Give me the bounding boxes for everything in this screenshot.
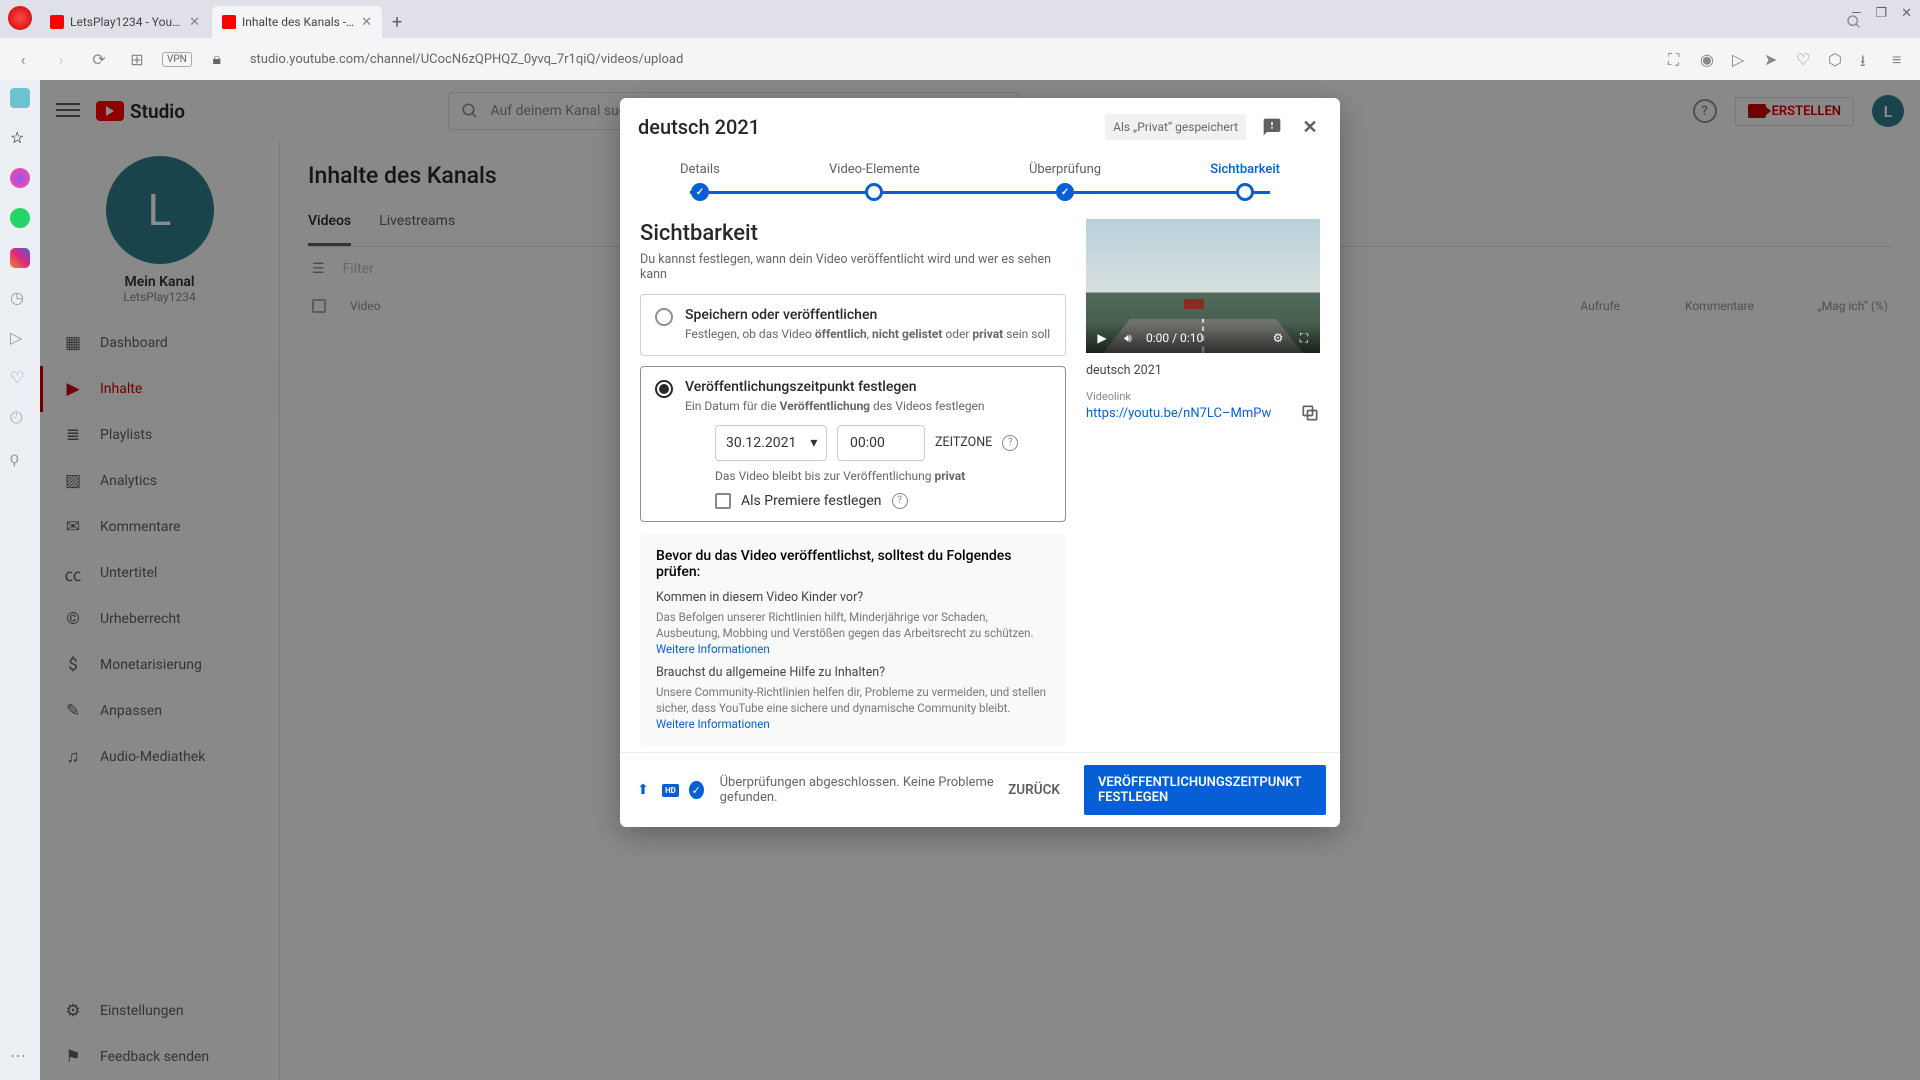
volume-icon[interactable]: 🔊︎ — [1120, 330, 1136, 346]
opera-menu[interactable] — [8, 6, 32, 30]
learn-more-link[interactable]: Weitere Informationen — [656, 717, 770, 731]
tab-close-icon[interactable]: ✕ — [189, 15, 200, 30]
play-icon[interactable]: ▶ — [1094, 330, 1110, 346]
camera-icon[interactable]: ◉ — [1700, 50, 1718, 68]
play-rail-icon[interactable]: ▷ — [10, 328, 30, 348]
back-button[interactable]: ‹ — [10, 46, 36, 72]
option-save-description: Festlegen, ob das Video öffentlich, nich… — [685, 326, 1050, 343]
upload-done-icon[interactable]: ⬆ — [634, 779, 652, 801]
time-input[interactable]: 00:00 — [837, 425, 925, 461]
heart-icon[interactable]: ♡ — [1796, 50, 1814, 68]
instagram-rail-icon[interactable] — [10, 248, 30, 268]
dialog-title: deutsch 2021 — [638, 115, 760, 139]
modal-overlay: deutsch 2021 Als „Privat“ gespeichert ✕ … — [40, 80, 1920, 1080]
check-circle-icon: ✓ — [689, 781, 704, 799]
workspaces-icon[interactable]: ⊞ — [124, 46, 150, 72]
option-schedule-description: Ein Datum für die Veröffentlichung des V… — [685, 398, 1051, 415]
step-elements[interactable]: Video-Elemente — [829, 162, 920, 201]
timezone-help-icon[interactable]: ? — [1002, 435, 1018, 451]
radio-icon — [655, 380, 673, 398]
copy-icon[interactable] — [1300, 403, 1320, 423]
lock-icon[interactable]: 🔒︎ — [204, 46, 230, 72]
address-bar[interactable]: studio.youtube.com/channel/UCocN6zQPHQZ_… — [242, 52, 1656, 67]
checkbox-icon — [715, 493, 731, 509]
fullscreen-icon[interactable]: ⛶ — [1296, 330, 1312, 346]
download-icon[interactable]: ⭳ — [1860, 50, 1878, 68]
back-button[interactable]: ZURÜCK — [994, 772, 1074, 808]
stepper: Details Video-Elemente Überprüfung Sicht… — [620, 150, 1340, 219]
learn-more-link[interactable]: Weitere Informationen — [656, 642, 770, 656]
tab-title: LetsPlay1234 - YouTube — [70, 15, 183, 29]
video-link[interactable]: https://youtu.be/nN7LC–MmPw — [1086, 406, 1290, 421]
home-rail-icon[interactable] — [10, 88, 30, 108]
premiere-checkbox-row[interactable]: Als Premiere festlegen ? — [715, 493, 1051, 509]
dialog-close-button[interactable]: ✕ — [1298, 115, 1322, 139]
timezone-label[interactable]: ZEITZONE — [935, 435, 992, 450]
opera-sidebar: ☆ ◷ ▷ ♡ 🕘︎ ϙ ⋯ — [0, 80, 40, 1080]
radio-icon — [655, 308, 673, 326]
youtube-icon — [50, 15, 64, 29]
pin-rail-icon[interactable]: ◷ — [10, 288, 30, 308]
settings-gear-icon[interactable]: ⚙ — [1270, 330, 1286, 346]
step-checks[interactable]: Überprüfung — [1029, 162, 1101, 201]
footer-status: Überprüfungen abgeschlossen. Keine Probl… — [720, 775, 995, 805]
youtube-icon — [222, 15, 236, 29]
step-visibility[interactable]: Sichtbarkeit — [1210, 162, 1280, 201]
whatsapp-rail-icon[interactable] — [10, 208, 30, 228]
menu-icon[interactable]: ≡ — [1892, 50, 1910, 68]
schedule-submit-button[interactable]: VERÖFFENTLICHUNGSZEITPUNKT FESTLEGEN — [1084, 765, 1326, 815]
tab-title: Inhalte des Kanals - YouTu — [242, 15, 355, 29]
upload-dialog: deutsch 2021 Als „Privat“ gespeichert ✕ … — [620, 98, 1340, 827]
messenger-rail-icon[interactable] — [10, 168, 30, 188]
heart-rail-icon[interactable]: ♡ — [10, 368, 30, 388]
bulb-rail-icon[interactable]: ϙ — [10, 448, 30, 468]
minimize-button[interactable]: — — [1851, 6, 1861, 21]
cube-icon[interactable]: ⬡ — [1828, 50, 1846, 68]
star-rail-icon[interactable]: ☆ — [10, 128, 30, 148]
close-window-button[interactable]: ✕ — [1901, 6, 1912, 21]
section-subtitle: Du kannst festlegen, wann dein Video ver… — [640, 252, 1066, 282]
forward-button[interactable]: › — [48, 46, 74, 72]
tab-close-icon[interactable]: ✕ — [361, 15, 372, 30]
video-time: 0:00 / 0:10 — [1146, 331, 1260, 345]
preview-title: deutsch 2021 — [1086, 363, 1320, 378]
schedule-note: Das Video bleibt bis zur Veröffentlichun… — [715, 469, 1051, 483]
premiere-help-icon[interactable]: ? — [892, 493, 908, 509]
more-rail-icon[interactable]: ⋯ — [10, 1046, 30, 1066]
date-select[interactable]: 30.12.2021 ▾ — [715, 425, 827, 461]
browser-tab[interactable]: LetsPlay1234 - YouTube ✕ — [40, 6, 210, 38]
hd-badge: HD — [662, 784, 679, 797]
view-icon[interactable]: ⛶ — [1668, 50, 1686, 68]
history-rail-icon[interactable]: 🕘︎ — [10, 408, 30, 428]
vpn-badge[interactable]: VPN — [162, 52, 192, 67]
new-tab-button[interactable]: + — [392, 12, 402, 33]
videolink-label: Videolink — [1086, 390, 1320, 403]
prepublish-checks: Bevor du das Video veröffentlichst, soll… — [640, 534, 1066, 747]
messages-icon[interactable]: ▷ — [1732, 50, 1750, 68]
section-title: Sichtbarkeit — [640, 221, 1066, 246]
tab-bar: LetsPlay1234 - YouTube ✕ Inhalte des Kan… — [0, 0, 1920, 38]
send-feedback-icon[interactable] — [1260, 115, 1284, 139]
reload-button[interactable]: ⟳ — [86, 46, 112, 72]
saved-status: Als „Privat“ gespeichert — [1105, 114, 1246, 140]
video-preview[interactable]: ▶ 🔊︎ 0:00 / 0:10 ⚙ ⛶ — [1086, 219, 1320, 353]
browser-tab[interactable]: Inhalte des Kanals - YouTu ✕ — [212, 6, 382, 38]
send-icon[interactable]: ➤ — [1764, 50, 1782, 68]
option-save-publish[interactable]: Speichern oder veröffentlichen Festlegen… — [640, 294, 1066, 356]
step-details[interactable]: Details — [680, 162, 720, 201]
option-schedule[interactable]: Veröffentlichungszeitpunkt festlegen Ein… — [640, 366, 1066, 522]
chevron-down-icon: ▾ — [810, 435, 817, 451]
maximize-button[interactable]: ❐ — [1875, 6, 1887, 21]
